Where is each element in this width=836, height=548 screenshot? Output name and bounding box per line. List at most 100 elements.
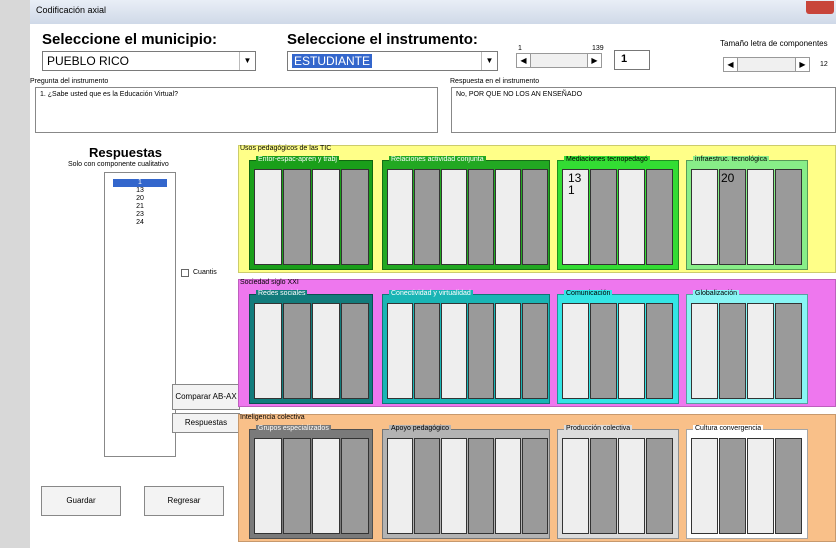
component-group[interactable]: Globalización xyxy=(686,290,808,404)
category-column[interactable] xyxy=(495,303,521,399)
respuestas-button[interactable]: Respuestas xyxy=(172,413,240,433)
category-column[interactable] xyxy=(312,438,340,534)
category-column[interactable] xyxy=(254,438,282,534)
category-panel: Sociedad siglo XXI Redes sociales Conectiv… xyxy=(238,279,836,407)
category-column[interactable] xyxy=(387,169,413,265)
list-item[interactable]: 23 xyxy=(105,211,175,219)
category-column[interactable] xyxy=(254,303,282,399)
respuesta-textbox[interactable]: No, POR QUE NO LOS AN ENSEÑADO xyxy=(451,87,836,133)
font-size-track[interactable] xyxy=(738,57,795,72)
chevron-down-icon[interactable]: ▼ xyxy=(239,52,255,70)
guardar-button[interactable]: Guardar xyxy=(41,486,121,516)
category-column[interactable] xyxy=(775,303,802,399)
list-item[interactable]: 21 xyxy=(105,203,175,211)
category-column[interactable] xyxy=(719,303,746,399)
category-column[interactable] xyxy=(341,169,369,265)
list-item[interactable]: 1 xyxy=(113,179,167,187)
main-window: Seleccione el municipio: PUEBLO RICO ▼ S… xyxy=(30,24,836,548)
component-group[interactable]: Apoyo pedagógico xyxy=(382,425,550,539)
font-size-left-button[interactable]: ◀ xyxy=(723,57,738,72)
list-item[interactable]: 13 xyxy=(105,187,175,195)
component-group[interactable]: infraestruc. tecnológica 20 xyxy=(686,156,808,270)
cuantis-label: Cuantis xyxy=(193,269,217,276)
category-column[interactable] xyxy=(283,438,311,534)
category-column[interactable] xyxy=(254,169,282,265)
comparar-button[interactable]: Comparar AB-AX xyxy=(172,384,240,410)
font-size-right-button[interactable]: ▶ xyxy=(795,57,810,72)
component-group[interactable]: Comunicación xyxy=(557,290,679,404)
category-column[interactable] xyxy=(590,438,617,534)
list-item[interactable]: 20 xyxy=(105,195,175,203)
chevron-down-icon[interactable]: ▼ xyxy=(481,52,497,70)
pregunta-textbox[interactable]: 1. ¿Sabe usted que es la Educación Virtu… xyxy=(35,87,438,133)
component-group[interactable]: Redes sociales xyxy=(249,290,373,404)
category-column[interactable] xyxy=(747,438,774,534)
category-column[interactable] xyxy=(691,169,718,265)
group-value: 1 xyxy=(568,183,575,197)
scroll-track[interactable] xyxy=(531,53,587,68)
scroll-left-button[interactable]: ◀ xyxy=(516,53,531,68)
category-column[interactable] xyxy=(495,438,521,534)
category-column[interactable] xyxy=(522,438,548,534)
category-column[interactable] xyxy=(775,169,802,265)
scroll-value-box[interactable]: 1 xyxy=(614,50,650,70)
category-column[interactable] xyxy=(646,303,673,399)
component-group[interactable]: Entor-espac-apren y trabj xyxy=(249,156,373,270)
group-label: Globalización xyxy=(693,290,740,297)
category-column[interactable] xyxy=(441,438,467,534)
category-column[interactable] xyxy=(312,169,340,265)
category-column[interactable] xyxy=(283,303,311,399)
close-window-button[interactable] xyxy=(806,1,834,14)
category-column[interactable] xyxy=(414,303,440,399)
category-column[interactable] xyxy=(414,438,440,534)
category-column[interactable] xyxy=(414,169,440,265)
scroll-right-button[interactable]: ▶ xyxy=(587,53,602,68)
category-column[interactable] xyxy=(691,303,718,399)
list-item[interactable]: 24 xyxy=(105,219,175,227)
category-column[interactable] xyxy=(441,169,467,265)
category-column[interactable] xyxy=(468,438,494,534)
category-column[interactable] xyxy=(468,303,494,399)
category-column[interactable] xyxy=(562,303,589,399)
category-column[interactable] xyxy=(283,169,311,265)
category-column[interactable] xyxy=(691,438,718,534)
component-group[interactable]: Grupos especializados xyxy=(249,425,373,539)
category-column[interactable] xyxy=(590,303,617,399)
group-label: Comunicación xyxy=(564,290,613,297)
category-column[interactable] xyxy=(522,303,548,399)
category-column[interactable] xyxy=(312,303,340,399)
category-column[interactable] xyxy=(618,303,645,399)
category-column[interactable] xyxy=(387,303,413,399)
category-column[interactable] xyxy=(590,169,617,265)
category-column[interactable] xyxy=(618,438,645,534)
group-label: Conectividad y virtualidad xyxy=(389,290,473,297)
category-column[interactable] xyxy=(719,438,746,534)
category-column[interactable] xyxy=(341,438,369,534)
respuestas-list[interactable]: 1 13 20 21 23 24 xyxy=(104,172,176,457)
component-group[interactable]: Mediaciones tecnopedagó 13 1 xyxy=(557,156,679,270)
respuesta-label: Respuesta en el instrumento xyxy=(450,78,540,85)
category-column[interactable] xyxy=(775,438,802,534)
category-column[interactable] xyxy=(341,303,369,399)
component-group[interactable]: Producción colectiva xyxy=(557,425,679,539)
component-group[interactable]: Conectividad y virtualidad xyxy=(382,290,550,404)
category-column[interactable] xyxy=(441,303,467,399)
cuantis-checkbox[interactable] xyxy=(181,269,189,277)
municipio-combo[interactable]: PUEBLO RICO ▼ xyxy=(42,51,256,71)
category-column[interactable] xyxy=(562,438,589,534)
background-strip xyxy=(0,0,30,548)
category-column[interactable] xyxy=(468,169,494,265)
category-column[interactable] xyxy=(495,169,521,265)
category-column[interactable] xyxy=(747,169,774,265)
scroll-max: 139 xyxy=(592,45,604,52)
category-column[interactable] xyxy=(522,169,548,265)
instrumento-combo[interactable]: ESTUDIANTE ▼ xyxy=(287,51,498,71)
component-group[interactable]: Cultura convergencia xyxy=(686,425,808,539)
category-column[interactable] xyxy=(387,438,413,534)
category-column[interactable] xyxy=(646,169,673,265)
category-column[interactable] xyxy=(646,438,673,534)
category-column[interactable] xyxy=(747,303,774,399)
regresar-button[interactable]: Regresar xyxy=(144,486,224,516)
component-group[interactable]: Relaciones actividad conjunta xyxy=(382,156,550,270)
category-column[interactable] xyxy=(618,169,645,265)
